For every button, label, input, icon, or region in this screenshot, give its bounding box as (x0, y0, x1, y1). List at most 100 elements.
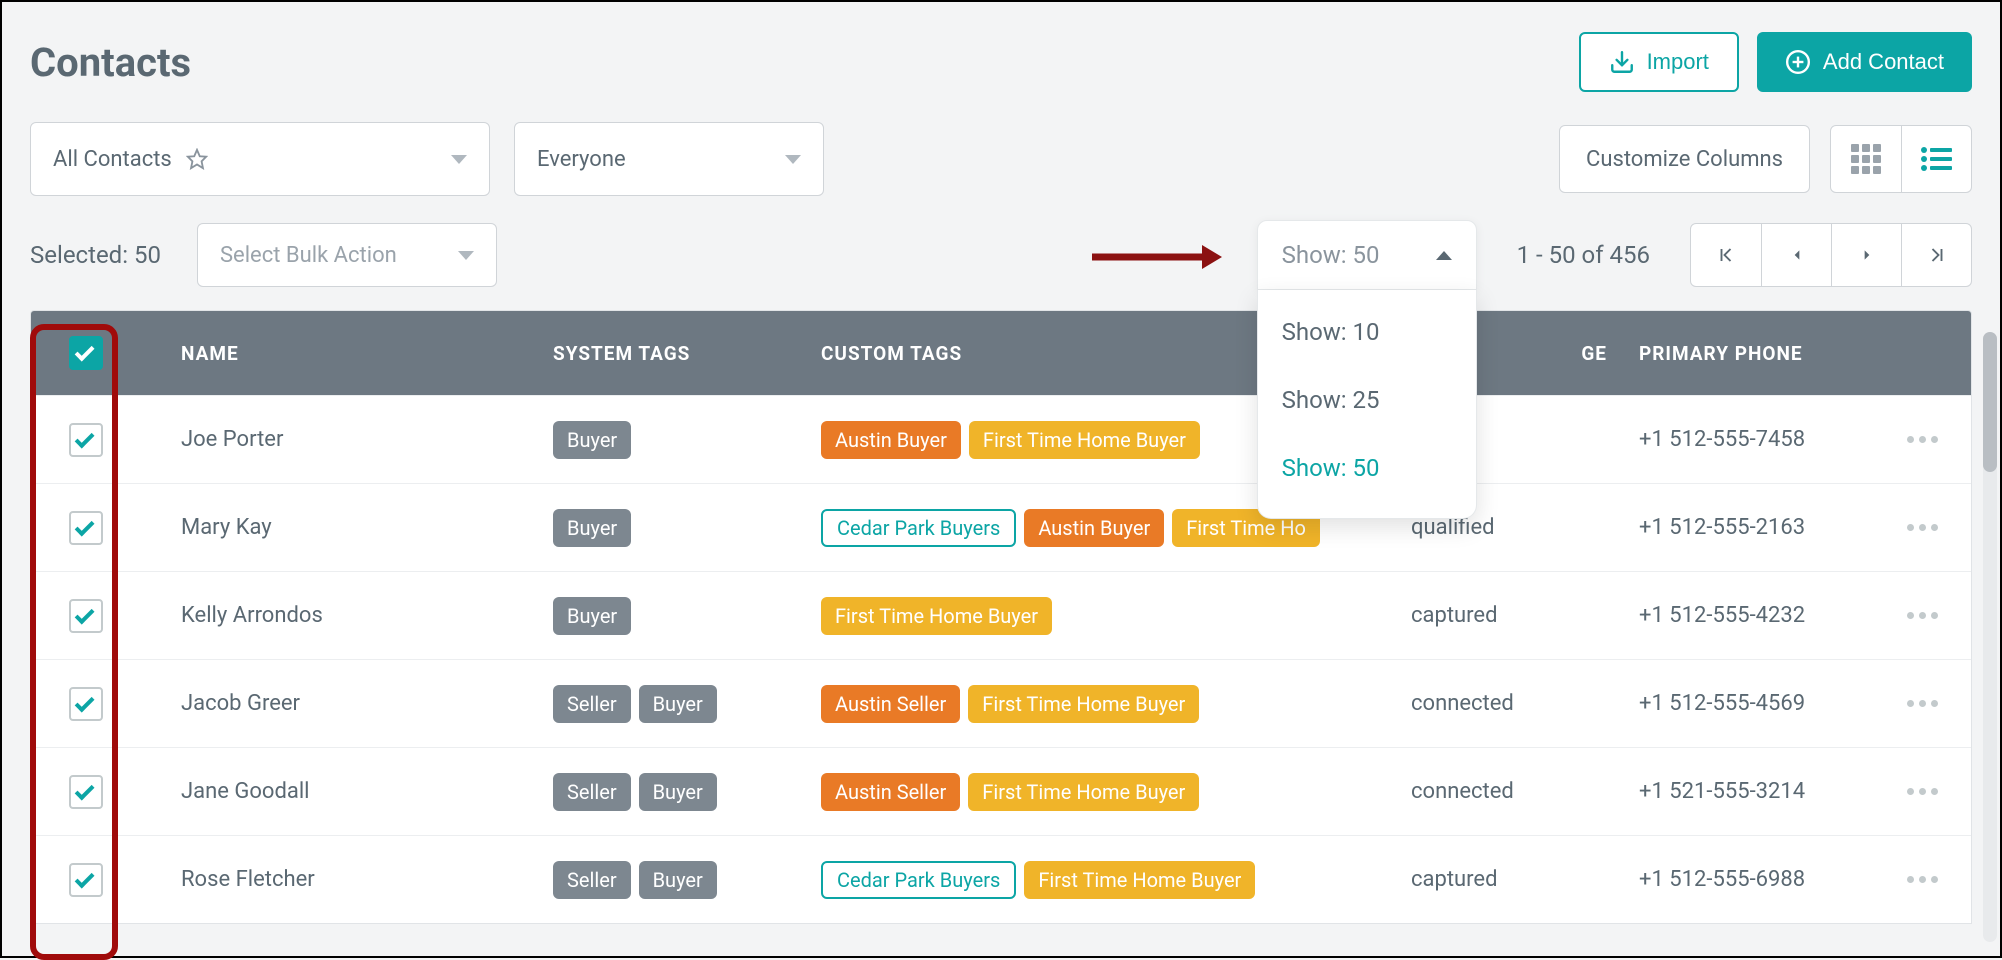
col-header-name[interactable]: NAME (141, 342, 531, 365)
row-actions-menu[interactable] (1907, 700, 1938, 707)
audience-select[interactable]: Everyone (514, 122, 824, 196)
system-tag[interactable]: Seller (553, 861, 631, 899)
pager (1690, 223, 1972, 287)
import-label: Import (1647, 49, 1709, 75)
pager-next[interactable] (1831, 224, 1901, 286)
row-checkbox[interactable] (69, 775, 103, 809)
check-icon (75, 868, 95, 888)
selected-count: Selected: 50 (30, 241, 161, 269)
list-view-toggle[interactable] (1901, 126, 1971, 192)
table-row: Joe Porter Buyer Austin BuyerFirst Time Ho… (31, 395, 1971, 483)
show-option[interactable]: Show: 50 (1258, 434, 1476, 502)
pager-last[interactable] (1901, 224, 1971, 286)
vertical-scrollbar-thumb[interactable] (1983, 332, 1997, 472)
contact-name[interactable]: Jacob Greer (141, 691, 531, 716)
plus-circle-icon (1785, 49, 1811, 75)
row-actions-menu[interactable] (1907, 876, 1938, 883)
check-icon (75, 342, 95, 362)
contact-name[interactable]: Mary Kay (141, 515, 531, 540)
custom-tag[interactable]: Austin Seller (821, 685, 960, 723)
system-tag[interactable]: Buyer (553, 597, 631, 635)
contact-name[interactable]: Joe Porter (141, 427, 531, 452)
system-tag[interactable]: Buyer (553, 509, 631, 547)
phone-cell: +1 512-555-4232 (1617, 603, 1873, 628)
system-tag[interactable]: Buyer (639, 685, 717, 723)
grid-view-toggle[interactable] (1831, 126, 1901, 192)
import-button[interactable]: Import (1579, 32, 1739, 92)
pager-first[interactable] (1691, 224, 1761, 286)
custom-tag[interactable]: Austin Seller (821, 773, 960, 811)
caret-down-icon (458, 251, 474, 260)
contact-name[interactable]: Jane Goodall (141, 779, 531, 804)
contact-name[interactable]: Rose Fletcher (141, 867, 531, 892)
phone-cell: +1 512-555-6988 (1617, 867, 1873, 892)
system-tag[interactable]: Buyer (553, 421, 631, 459)
custom-tag[interactable]: First Time Home Buyer (821, 597, 1052, 635)
pagination-range: 1 - 50 of 456 (1517, 241, 1650, 269)
chevron-left-icon (1790, 246, 1804, 264)
select-all-checkbox[interactable] (69, 336, 103, 370)
row-actions-menu[interactable] (1907, 788, 1938, 795)
custom-tag[interactable]: First Time Home Buyer (968, 773, 1199, 811)
system-tag[interactable]: Seller (553, 685, 631, 723)
system-tag[interactable]: Buyer (639, 861, 717, 899)
row-checkbox[interactable] (69, 863, 103, 897)
check-icon (75, 604, 95, 624)
add-contact-button[interactable]: Add Contact (1757, 32, 1972, 92)
row-checkbox[interactable] (69, 511, 103, 545)
col-header-phone[interactable]: PRIMARY PHONE (1617, 342, 1873, 365)
pager-prev[interactable] (1761, 224, 1831, 286)
table-row: Kelly Arrondos Buyer First Time Home Buyer… (31, 571, 1971, 659)
page-title: Contacts (30, 39, 191, 86)
system-tags-cell: SellerBuyer (531, 773, 799, 811)
contact-name[interactable]: Kelly Arrondos (141, 603, 531, 628)
grid-icon (1851, 144, 1881, 174)
table-row: Rose FletcherSellerBuyerCedar Park Buyer… (31, 835, 1971, 923)
bulk-action-select[interactable]: Select Bulk Action (197, 223, 497, 287)
check-icon (75, 428, 95, 448)
table-row: Jane GoodallSellerBuyerAustin SellerFirs… (31, 747, 1971, 835)
phone-cell: +1 521-555-3214 (1617, 779, 1873, 804)
show-option[interactable]: Show: 25 (1258, 366, 1476, 434)
star-icon (186, 148, 208, 170)
chevron-right-icon (1860, 246, 1874, 264)
row-actions-menu[interactable] (1907, 436, 1938, 443)
check-icon (75, 692, 95, 712)
row-checkbox[interactable] (69, 423, 103, 457)
contacts-table: NAME SYSTEM TAGS CUSTOM TAGS GE PRIMARY … (30, 310, 1972, 924)
phone-cell: +1 512-555-7458 (1617, 427, 1873, 452)
custom-tag[interactable]: Cedar Park Buyers (821, 861, 1016, 899)
stage-cell: captured (1389, 603, 1617, 628)
custom-tag[interactable]: First Time Home Buyer (968, 685, 1199, 723)
system-tag[interactable]: Buyer (639, 773, 717, 811)
custom-tag[interactable]: Austin Buyer (1024, 509, 1164, 547)
row-actions-menu[interactable] (1907, 524, 1938, 531)
custom-tag[interactable]: Cedar Park Buyers (821, 509, 1016, 547)
system-tags-cell: SellerBuyer (531, 861, 799, 899)
first-page-icon (1717, 246, 1735, 264)
stage-cell: connected (1389, 779, 1617, 804)
customize-columns-button[interactable]: Customize Columns (1559, 125, 1810, 193)
system-tags-cell: Buyer (531, 597, 799, 635)
custom-tag[interactable]: First Time Home Buyer (1024, 861, 1255, 899)
list-icon (1920, 146, 1954, 172)
custom-tag[interactable]: First Time Home Buyer (969, 421, 1200, 459)
show-option[interactable]: Show: 10 (1258, 298, 1476, 366)
bulk-action-placeholder: Select Bulk Action (220, 243, 397, 268)
audience-select-label: Everyone (537, 147, 626, 172)
show-per-page-select[interactable]: Show: 50 (1257, 220, 1477, 290)
customize-columns-label: Customize Columns (1586, 147, 1783, 172)
phone-cell: +1 512-555-4569 (1617, 691, 1873, 716)
system-tag[interactable]: Seller (553, 773, 631, 811)
system-tags-cell: Buyer (531, 421, 799, 459)
col-header-system-tags[interactable]: SYSTEM TAGS (531, 342, 799, 365)
view-select[interactable]: All Contacts (30, 122, 490, 196)
check-icon (75, 516, 95, 536)
row-checkbox[interactable] (69, 687, 103, 721)
custom-tags-cell: Austin SellerFirst Time Home Buyer (799, 685, 1389, 723)
last-page-icon (1928, 246, 1946, 264)
row-actions-menu[interactable] (1907, 612, 1938, 619)
custom-tags-cell: Cedar Park BuyersFirst Time Home Buyer (799, 861, 1389, 899)
custom-tag[interactable]: Austin Buyer (821, 421, 961, 459)
row-checkbox[interactable] (69, 599, 103, 633)
